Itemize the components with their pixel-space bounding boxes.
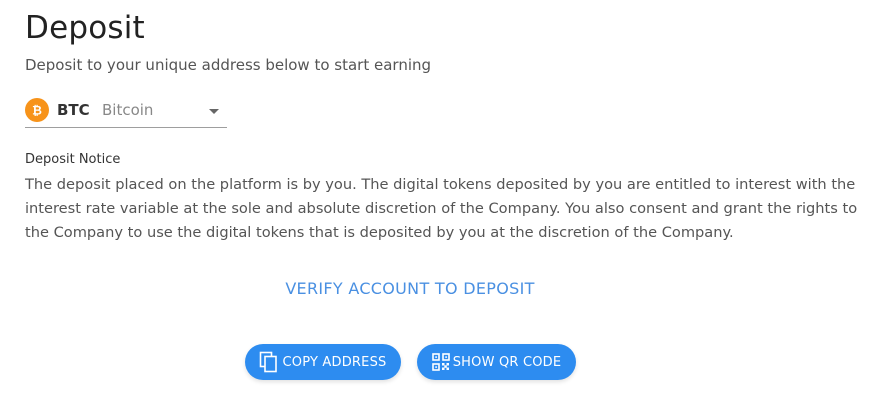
- svg-text:₿: ₿: [32, 104, 42, 118]
- currency-code: BTC: [57, 101, 90, 119]
- show-qr-code-label: SHOW QR CODE: [452, 354, 562, 370]
- deposit-notice-text: The deposit placed on the platform is by…: [25, 176, 858, 241]
- copy-address-label: COPY ADDRESS: [282, 354, 387, 370]
- copy-address-button[interactable]: COPY ADDRESS: [245, 344, 401, 380]
- currency-name: Bitcoin: [102, 101, 154, 119]
- currency-select[interactable]: ₿ BTC Bitcoin: [25, 96, 227, 128]
- bitcoin-icon: ₿: [25, 98, 49, 122]
- copy-icon: [259, 351, 279, 373]
- page-title: Deposit: [25, 10, 145, 46]
- verify-account-link[interactable]: VERIFY ACCOUNT TO DEPOSIT: [0, 279, 820, 298]
- deposit-notice-heading: Deposit Notice: [25, 152, 121, 167]
- qr-code-icon: [431, 353, 450, 371]
- chevron-down-icon[interactable]: [209, 109, 219, 114]
- show-qr-code-button[interactable]: SHOW QR CODE: [417, 344, 576, 380]
- page-subtitle: Deposit to your unique address below to …: [25, 56, 432, 74]
